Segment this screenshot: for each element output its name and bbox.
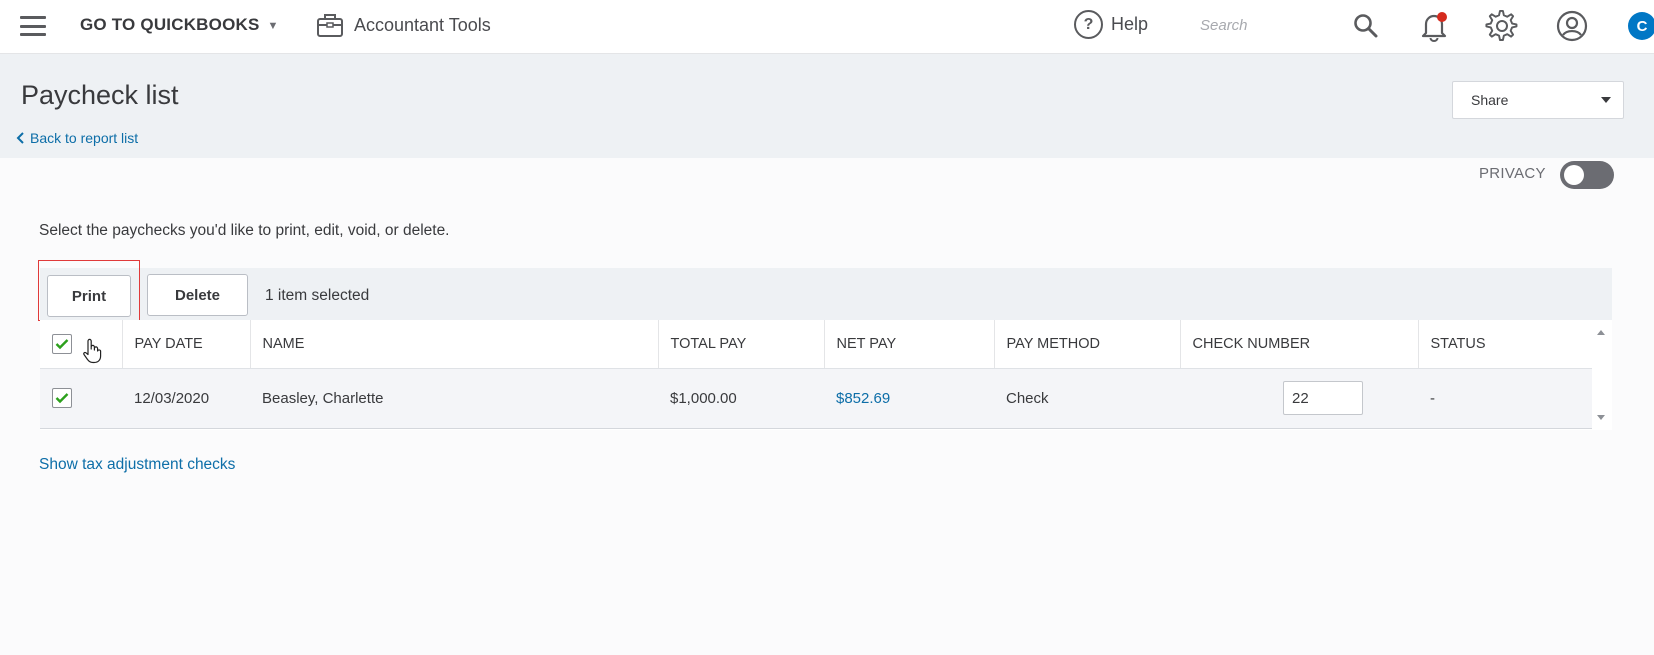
share-dropdown[interactable]: Share bbox=[1452, 81, 1624, 119]
go-to-quickbooks-menu[interactable]: GO TO QUICKBOOKS ▼ bbox=[80, 15, 279, 35]
user-profile-icon[interactable] bbox=[1555, 9, 1589, 43]
bell-icon[interactable] bbox=[1418, 9, 1450, 43]
row-select-cell bbox=[40, 368, 122, 429]
column-header-total-pay[interactable]: TOTAL PAY bbox=[658, 320, 825, 369]
briefcase-icon bbox=[317, 14, 343, 37]
status-cell: - bbox=[1418, 368, 1592, 429]
check-number-cell bbox=[1180, 368, 1418, 429]
name-cell: Beasley, Charlette bbox=[250, 368, 658, 429]
page-header bbox=[0, 54, 1654, 158]
share-label: Share bbox=[1471, 92, 1509, 108]
select-all-checkbox[interactable] bbox=[52, 333, 72, 354]
checkmark-icon bbox=[55, 338, 69, 349]
table-scrollbar[interactable] bbox=[1592, 320, 1610, 430]
accountant-tools-menu[interactable]: Accountant Tools bbox=[316, 12, 491, 38]
privacy-label: PRIVACY bbox=[1479, 165, 1546, 182]
column-header-status[interactable]: STATUS bbox=[1418, 320, 1592, 369]
go-to-quickbooks-label: GO TO QUICKBOOKS bbox=[80, 15, 260, 34]
chevron-down-icon: ▼ bbox=[267, 20, 279, 32]
gear-icon[interactable] bbox=[1485, 9, 1519, 43]
column-header-check-number[interactable]: CHECK NUMBER bbox=[1180, 320, 1419, 369]
paycheck-table: PAY DATE NAME TOTAL PAY NET PAY PAY METH… bbox=[40, 320, 1612, 430]
column-header-net-pay[interactable]: NET PAY bbox=[824, 320, 995, 369]
show-tax-adjustment-checks-link[interactable]: Show tax adjustment checks bbox=[39, 456, 235, 474]
privacy-toggle[interactable] bbox=[1560, 161, 1614, 189]
table-row: 12/03/2020 Beasley, Charlette $1,000.00 … bbox=[40, 368, 1592, 429]
row-checkbox[interactable] bbox=[52, 388, 72, 408]
hamburger-menu-icon[interactable] bbox=[20, 16, 46, 36]
chevron-left-icon bbox=[16, 132, 24, 144]
question-mark-icon: ? bbox=[1074, 10, 1103, 39]
total-pay-cell: $1,000.00 bbox=[658, 368, 824, 429]
search-input[interactable] bbox=[1200, 12, 1360, 38]
delete-button[interactable]: Delete bbox=[147, 274, 248, 316]
back-link-label: Back to report list bbox=[30, 130, 139, 146]
back-to-report-list-link[interactable]: Back to report list bbox=[16, 130, 138, 146]
table-header-row: PAY DATE NAME TOTAL PAY NET PAY PAY METH… bbox=[40, 320, 1592, 369]
scroll-up-arrow-icon[interactable] bbox=[1597, 330, 1605, 335]
top-bar: GO TO QUICKBOOKS ▼ Accountant Tools ? He… bbox=[0, 0, 1654, 54]
caret-down-icon bbox=[1601, 97, 1611, 103]
print-button[interactable]: Print bbox=[47, 275, 131, 317]
help-button[interactable]: ? Help bbox=[1074, 10, 1148, 39]
selected-count: 1 item selected bbox=[265, 287, 370, 304]
pay-method-cell: Check bbox=[994, 368, 1180, 429]
column-header-pay-method[interactable]: PAY METHOD bbox=[994, 320, 1181, 369]
avatar[interactable]: C bbox=[1628, 12, 1654, 40]
net-pay-link[interactable]: $852.69 bbox=[836, 390, 890, 407]
search-icon[interactable] bbox=[1352, 12, 1380, 40]
pay-date-cell: 12/03/2020 bbox=[122, 368, 250, 429]
page-title: Paycheck list bbox=[21, 80, 179, 110]
accountant-tools-label: Accountant Tools bbox=[354, 14, 491, 35]
toggle-knob bbox=[1564, 165, 1584, 185]
select-all-header bbox=[40, 320, 123, 369]
column-header-name[interactable]: NAME bbox=[250, 320, 659, 369]
checkmark-icon bbox=[55, 393, 69, 404]
scroll-down-arrow-icon[interactable] bbox=[1597, 415, 1605, 420]
net-pay-cell: $852.69 bbox=[824, 368, 994, 429]
check-number-input[interactable] bbox=[1283, 381, 1363, 415]
help-label: Help bbox=[1111, 14, 1149, 34]
instructions-text: Select the paychecks you'd like to print… bbox=[39, 222, 450, 239]
column-header-pay-date[interactable]: PAY DATE bbox=[122, 320, 251, 369]
